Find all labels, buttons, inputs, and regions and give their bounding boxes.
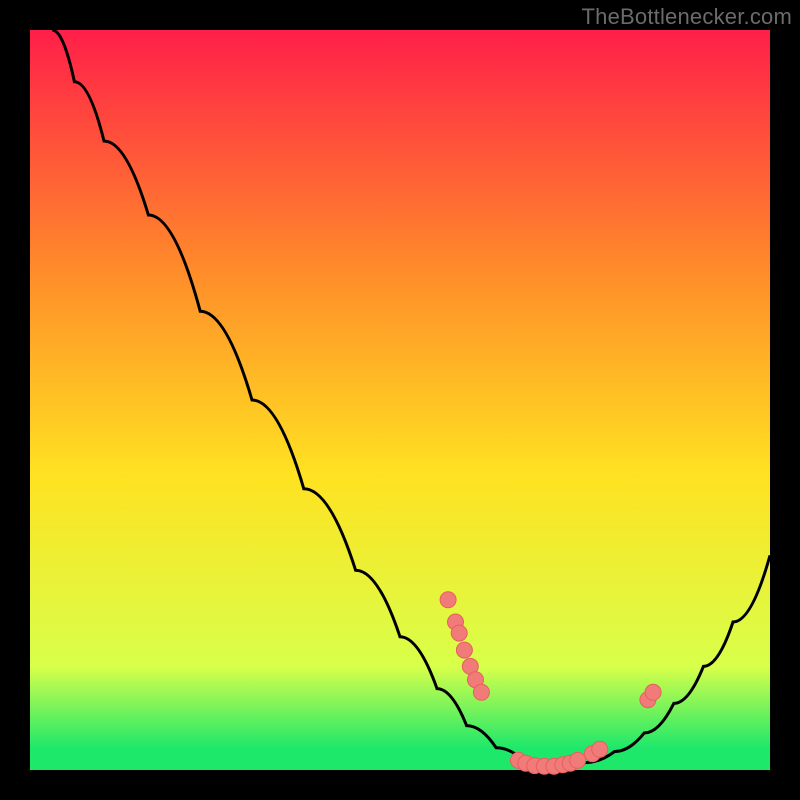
data-marker (440, 592, 456, 608)
data-marker (570, 752, 586, 768)
data-marker (456, 642, 472, 658)
data-marker (645, 684, 661, 700)
bottleneck-chart (0, 0, 800, 800)
data-marker (473, 684, 489, 700)
plot-area (30, 30, 770, 770)
data-marker (451, 625, 467, 641)
watermark-text: TheBottlenecker.com (582, 4, 792, 30)
chart-container: TheBottlenecker.com (0, 0, 800, 800)
data-marker (592, 741, 608, 757)
